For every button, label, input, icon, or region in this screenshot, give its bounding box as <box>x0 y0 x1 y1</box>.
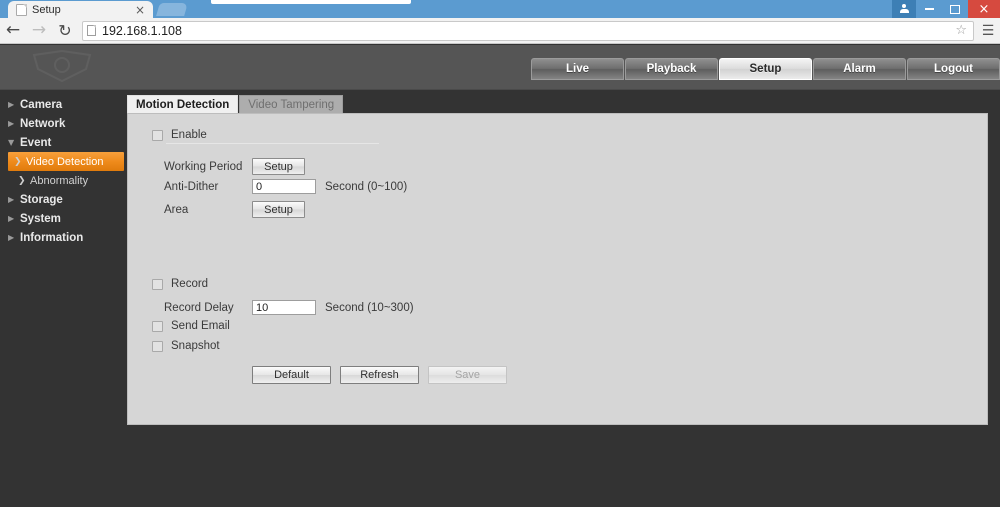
app-header: Live Playback Setup Alarm Logout <box>0 45 1000 90</box>
reload-icon[interactable]: ↻ <box>52 22 78 39</box>
send-email-checkbox[interactable] <box>152 320 163 332</box>
browser-tab-title: Setup <box>32 3 61 16</box>
person-icon <box>899 4 909 14</box>
sidebar-item-event[interactable]: ▼ Event <box>0 133 126 152</box>
nav-tab-logout[interactable]: Logout <box>907 58 1000 80</box>
page-info-icon <box>87 25 96 36</box>
form-action-buttons: Default Refresh Save <box>252 366 507 384</box>
chevron-right-icon: ▶ <box>8 119 15 128</box>
tab-video-tampering[interactable]: Video Tampering <box>239 95 344 114</box>
back-arrow-icon[interactable]: ← <box>0 22 26 39</box>
sidebar-item-label: Camera <box>20 98 63 111</box>
sidebar-item-system[interactable]: ▶ System <box>0 209 126 228</box>
main-nav-tabs: Live Playback Setup Alarm Logout <box>531 58 1000 80</box>
motion-detection-form: Enable Working Period Setup Anti-Dither … <box>128 114 987 424</box>
chevron-right-icon: ❯ <box>14 156 22 167</box>
snapshot-checkbox-row[interactable]: Snapshot <box>152 340 220 352</box>
anti-dither-label: Anti-Dither <box>164 180 219 193</box>
sidebar-item-label: Information <box>20 231 84 244</box>
enable-checkbox[interactable] <box>152 129 163 141</box>
record-delay-unit: Second (10~300) <box>325 301 414 314</box>
area-label: Area <box>164 203 189 216</box>
snapshot-checkbox[interactable] <box>152 340 163 352</box>
area-row: Area Setup <box>164 201 305 218</box>
anti-dither-input[interactable]: 0 <box>252 179 316 194</box>
record-delay-input[interactable]: 10 <box>252 300 316 315</box>
record-delay-label: Record Delay <box>164 301 234 314</box>
anti-dither-unit: Second (0~100) <box>325 180 408 193</box>
motion-detection-panel: Enable Working Period Setup Anti-Dither … <box>127 113 988 425</box>
sidebar-item-label: Video Detection <box>26 155 104 168</box>
new-tab-button[interactable] <box>156 3 188 16</box>
user-profile-button[interactable] <box>892 0 916 18</box>
browser-toolbar: ← → ↻ 192.168.1.108 ☆ ☰ <box>0 18 1000 44</box>
snapshot-label: Snapshot <box>171 340 220 352</box>
sidebar-item-label: Network <box>20 117 66 130</box>
brand-logo-icon <box>32 49 92 83</box>
address-bar-url: 192.168.1.108 <box>102 23 182 38</box>
content-tab-bar: Motion Detection Video Tampering <box>127 95 344 114</box>
forward-arrow-icon[interactable]: → <box>26 22 52 39</box>
maximize-button[interactable] <box>942 0 968 18</box>
window-close-button[interactable]: × <box>968 0 1000 18</box>
minimize-button[interactable] <box>916 0 942 18</box>
enable-checkbox-row[interactable]: Enable <box>152 129 207 141</box>
refresh-button[interactable]: Refresh <box>340 366 419 384</box>
record-checkbox[interactable] <box>152 278 163 290</box>
sidebar-item-storage[interactable]: ▶ Storage <box>0 190 126 209</box>
sidebar-item-label: System <box>20 212 61 225</box>
sidebar-item-information[interactable]: ▶ Information <box>0 228 126 247</box>
sidebar-item-label: Event <box>20 136 52 149</box>
sidebar-item-label: Abnormality <box>30 174 89 187</box>
area-setup-button[interactable]: Setup <box>252 201 305 218</box>
enable-label: Enable <box>171 129 207 141</box>
nav-tab-live[interactable]: Live <box>531 58 624 80</box>
sidebar-item-network[interactable]: ▶ Network <box>0 114 126 133</box>
nav-tab-playback[interactable]: Playback <box>625 58 718 80</box>
default-button[interactable]: Default <box>252 366 331 384</box>
chevron-right-icon: ▶ <box>8 100 15 109</box>
tab-motion-detection[interactable]: Motion Detection <box>127 95 239 114</box>
sidebar-item-video-detection[interactable]: ❯ Video Detection <box>8 152 124 171</box>
browser-tab-strip: Setup × × <box>0 0 1000 18</box>
form-divider <box>166 143 379 144</box>
address-bar[interactable]: 192.168.1.108 ☆ <box>82 20 974 41</box>
chevron-right-icon: ▶ <box>8 214 15 223</box>
page-icon <box>16 3 27 16</box>
nav-tab-alarm[interactable]: Alarm <box>813 58 906 80</box>
chevron-right-icon: ▶ <box>8 195 15 204</box>
camera-web-app: Live Playback Setup Alarm Logout ▶ Camer… <box>0 45 1000 507</box>
record-label: Record <box>171 278 209 290</box>
browser-tab-setup[interactable]: Setup × <box>8 1 153 18</box>
tabstrip-highlight-bar <box>211 0 411 4</box>
minimize-icon <box>924 8 934 10</box>
working-period-row: Working Period Setup <box>164 158 305 175</box>
window-controls: × <box>892 0 1000 18</box>
working-period-label: Working Period <box>164 160 243 173</box>
anti-dither-row: Anti-Dither 0 Second (0~100) <box>164 179 407 194</box>
record-delay-row: Record Delay 10 Second (10~300) <box>164 300 414 315</box>
save-button[interactable]: Save <box>428 366 507 384</box>
send-email-checkbox-row[interactable]: Send Email <box>152 320 230 332</box>
record-checkbox-row[interactable]: Record <box>152 278 208 290</box>
chevron-down-icon: ▼ <box>8 138 15 147</box>
sidebar-item-abnormality[interactable]: ❯ Abnormality <box>0 171 126 190</box>
chevron-right-icon: ❯ <box>18 175 26 186</box>
maximize-icon <box>950 4 960 14</box>
close-icon[interactable]: × <box>135 4 145 16</box>
working-period-setup-button[interactable]: Setup <box>252 158 305 175</box>
hamburger-menu-icon[interactable]: ☰ <box>976 23 1000 39</box>
send-email-label: Send Email <box>171 320 230 332</box>
bookmark-star-icon[interactable]: ☆ <box>955 23 967 38</box>
sidebar-item-label: Storage <box>20 193 63 206</box>
chevron-right-icon: ▶ <box>8 233 15 242</box>
sidebar-item-camera[interactable]: ▶ Camera <box>0 95 126 114</box>
sidebar-navigation: ▶ Camera ▶ Network ▼ Event ❯ Video Detec… <box>0 90 126 507</box>
nav-tab-setup[interactable]: Setup <box>719 58 812 80</box>
